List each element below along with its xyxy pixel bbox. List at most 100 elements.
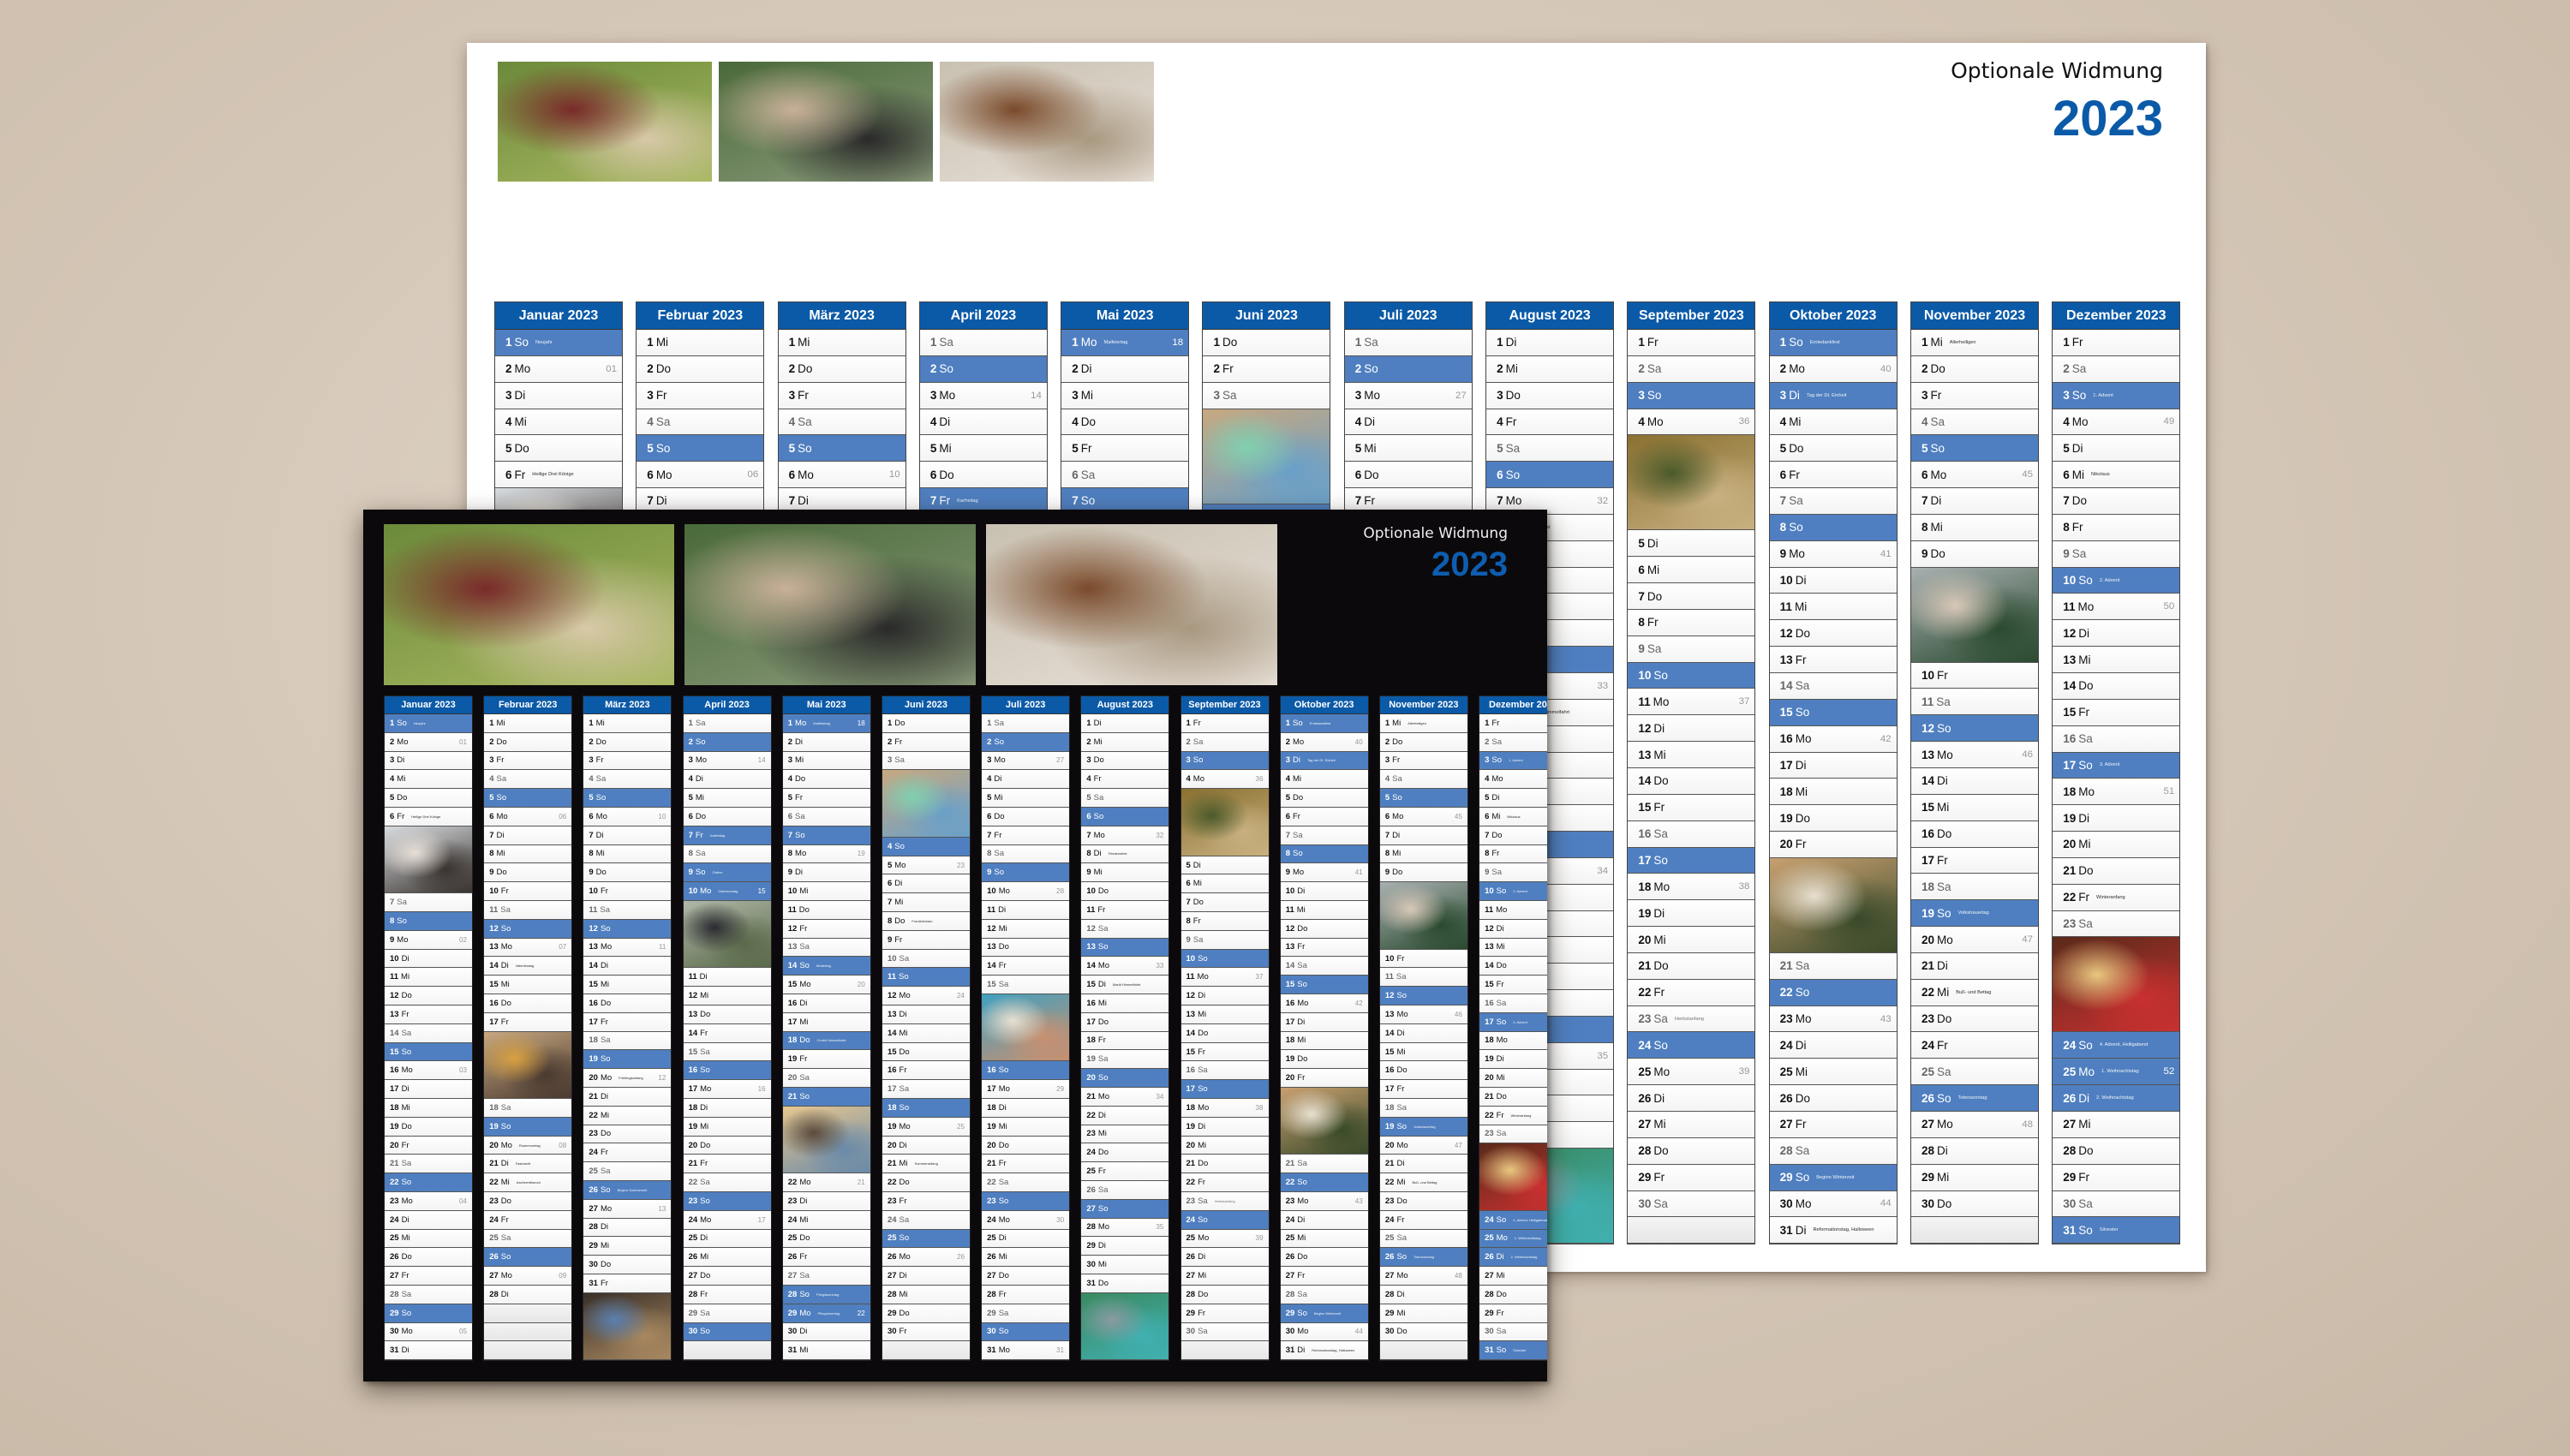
day-row[interactable]: 6 Fr: [1280, 807, 1368, 826]
day-row[interactable]: 12So: [1379, 987, 1467, 1006]
day-row[interactable]: 6 Sa: [782, 807, 870, 826]
day-row[interactable]: 27Mo13: [583, 1199, 672, 1219]
day-row[interactable]: 18 Mo 38: [1628, 874, 1755, 901]
day-row[interactable]: 7 Di: [1379, 826, 1467, 845]
day-row[interactable]: 23Do: [1910, 1005, 2038, 1033]
day-row[interactable]: 23Fr: [882, 1192, 970, 1211]
day-row[interactable]: 25Fr: [1081, 1162, 1169, 1181]
day-row[interactable]: 28Fr: [683, 1285, 771, 1304]
day-row[interactable]: 9Mi: [1081, 863, 1169, 883]
day-row[interactable]: 3 Di: [385, 751, 472, 771]
day-row[interactable]: 22Do: [882, 1173, 970, 1192]
day-row[interactable]: 28SoPfingstsonntag: [782, 1285, 870, 1304]
day-row[interactable]: 25Mi: [385, 1229, 472, 1249]
day-row[interactable]: 9Do: [484, 863, 572, 883]
day-row[interactable]: 28Di: [484, 1285, 572, 1304]
day-row[interactable]: 14 Do: [1628, 768, 1755, 795]
day-row[interactable]: 24Di: [1769, 1032, 1897, 1059]
day-row[interactable]: 29Mi: [1379, 1304, 1467, 1323]
day-row[interactable]: 6 Fr Heilige Drei Könige: [495, 462, 622, 489]
day-row[interactable]: 22Sa: [982, 1173, 1070, 1192]
day-row[interactable]: 5 Mi: [982, 789, 1070, 808]
day-row[interactable]: 30 Sa: [1479, 1322, 1547, 1342]
day-row[interactable]: 1 Mi: [637, 330, 764, 356]
day-row[interactable]: 2 Sa: [2053, 355, 2180, 383]
day-row[interactable]: 24Mo17: [683, 1210, 771, 1230]
day-row[interactable]: 2 So: [1344, 355, 1472, 383]
day-row[interactable]: 12 Di: [1180, 987, 1269, 1006]
day-row[interactable]: 17Di: [1280, 1012, 1368, 1032]
day-row[interactable]: 9Mo02: [385, 930, 472, 950]
day-row[interactable]: 2 Mo 40: [1769, 355, 1897, 383]
day-row[interactable]: 7 Di: [1910, 488, 2038, 515]
day-row[interactable]: 10Mo28: [982, 882, 1070, 901]
day-row[interactable]: 27Di: [882, 1267, 970, 1286]
day-row[interactable]: 10Fr: [1910, 662, 2038, 689]
day-row[interactable]: 1 Mi Allerheiligen: [1910, 330, 2038, 356]
day-row[interactable]: 24Mi: [782, 1210, 870, 1230]
day-row[interactable]: 21So: [782, 1087, 870, 1107]
day-row[interactable]: 12Fr: [782, 919, 870, 939]
day-row[interactable]: 16 Sa: [1628, 820, 1755, 848]
day-row[interactable]: 17Fr: [583, 1012, 672, 1032]
day-row[interactable]: 2 So: [982, 732, 1070, 752]
day-row[interactable]: 4 Sa: [1379, 770, 1467, 790]
day-row[interactable]: 16 Sa: [1180, 1061, 1269, 1081]
day-row[interactable]: 2 Do: [1379, 732, 1467, 752]
day-row[interactable]: 9 Mo 41: [1280, 863, 1368, 883]
day-row[interactable]: 13 Mi: [1180, 1005, 1269, 1024]
day-row[interactable]: 16Mi: [1081, 994, 1169, 1013]
day-row[interactable]: 29 Fr: [2053, 1164, 2180, 1191]
day-row[interactable]: 26 So Totensonntag: [1379, 1248, 1467, 1268]
day-row[interactable]: 30 Mo 44: [1769, 1190, 1897, 1218]
day-row[interactable]: 22 Fr Winteranfang: [2053, 884, 2180, 911]
day-row[interactable]: 13Sa: [782, 938, 870, 958]
day-row[interactable]: 15Mi: [1910, 794, 2038, 821]
day-row[interactable]: 1 Fr: [1628, 330, 1755, 356]
day-row[interactable]: 10MoOstermontag15: [683, 882, 771, 901]
day-row[interactable]: 25 Mo 39: [1180, 1229, 1269, 1249]
day-row[interactable]: 11Sa: [1379, 968, 1467, 988]
day-row[interactable]: 19 So Volkstrauertag: [1910, 900, 2038, 928]
day-row[interactable]: 19Do: [1280, 1050, 1368, 1070]
day-row[interactable]: 29Mi: [583, 1237, 672, 1256]
day-row[interactable]: 14 Do: [1479, 957, 1547, 976]
day-row[interactable]: 9Do: [1910, 540, 2038, 568]
day-row[interactable]: 13 Mo 46: [1910, 742, 2038, 769]
day-row[interactable]: 5 Fr: [1061, 435, 1189, 462]
day-row[interactable]: 13 Mi: [2053, 647, 2180, 673]
day-row[interactable]: 21DiFastnacht: [484, 1155, 572, 1174]
day-row[interactable]: 11Sa: [484, 900, 572, 920]
day-row[interactable]: 5 Do: [1280, 789, 1368, 808]
day-row[interactable]: 18Di: [982, 1099, 1070, 1118]
day-row[interactable]: 13Do: [683, 1005, 771, 1024]
day-row[interactable]: 17 So: [1180, 1080, 1269, 1100]
day-row[interactable]: 1 Sa: [919, 330, 1047, 356]
day-row[interactable]: 10 So 2. Advent: [2053, 567, 2180, 594]
day-row[interactable]: 28Sa: [1769, 1137, 1897, 1165]
day-row[interactable]: 1 Mo Maifeiertag 18: [782, 714, 870, 733]
day-row[interactable]: 15So: [1769, 699, 1897, 726]
day-row[interactable]: 14Di: [1379, 1023, 1467, 1043]
day-row[interactable]: 4 Mi: [1769, 409, 1897, 436]
day-row[interactable]: 5 So: [637, 435, 764, 462]
day-row[interactable]: 16Do: [1379, 1061, 1467, 1081]
day-row[interactable]: 21Di: [1379, 1155, 1467, 1174]
day-row[interactable]: 15So: [1280, 976, 1368, 994]
day-row[interactable]: 15DiMariä Himmelfahrt: [1081, 976, 1169, 994]
day-row[interactable]: 10Di: [1769, 567, 1897, 594]
day-row[interactable]: 14Di: [1910, 768, 2038, 795]
day-row[interactable]: 25So: [882, 1229, 970, 1249]
day-row[interactable]: 1 Sa: [982, 714, 1070, 733]
day-row[interactable]: 5 Sa: [1081, 789, 1169, 808]
day-row[interactable]: 17Fr: [484, 1012, 572, 1032]
day-row[interactable]: 2 Fr: [1203, 355, 1330, 383]
day-row[interactable]: 21 Do: [1479, 1087, 1547, 1107]
day-row[interactable]: 20Do: [683, 1136, 771, 1155]
day-row[interactable]: 11Mi: [385, 968, 472, 988]
day-row[interactable]: 3 Mo 14: [919, 382, 1047, 409]
day-row[interactable]: 8So: [1280, 844, 1368, 864]
day-row[interactable]: 16So: [982, 1061, 1070, 1081]
day-row[interactable]: 5 Fr: [782, 789, 870, 808]
day-row[interactable]: 4 Sa: [778, 409, 905, 436]
